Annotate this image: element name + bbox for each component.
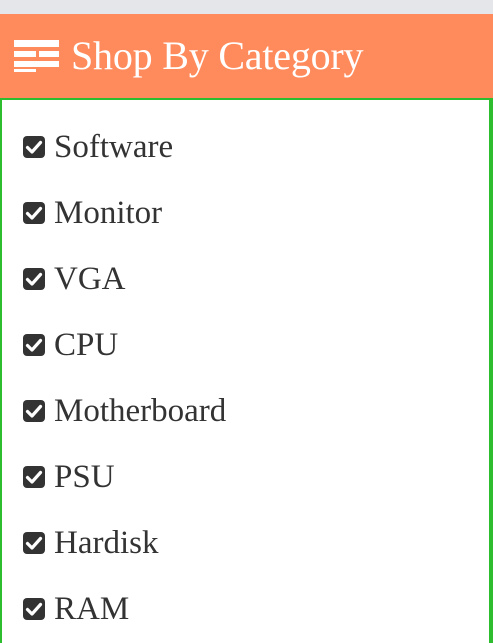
checkbox-checked-icon[interactable] [22,201,46,225]
category-label: Hardisk [54,524,159,561]
header-title: Shop By Category [71,33,364,78]
checkbox-checked-icon[interactable] [22,531,46,555]
category-header: Shop By Category [0,14,493,98]
category-item-motherboard[interactable]: Motherboard [22,378,226,444]
category-label: RAM [54,590,130,627]
checkbox-checked-icon[interactable] [22,135,46,159]
category-label: CPU [54,326,119,363]
category-item-cpu[interactable]: CPU [22,312,226,378]
checkbox-checked-icon[interactable] [22,333,46,357]
checkbox-checked-icon[interactable] [22,267,46,291]
category-label: VGA [54,260,126,297]
category-list: Software Monitor VGA CPU Motherboard PSU… [22,124,226,642]
top-strip [0,0,493,14]
category-panel: Software Monitor VGA CPU Motherboard PSU… [0,98,493,643]
category-item-psu[interactable]: PSU [22,444,226,510]
list-menu-icon [14,40,59,72]
category-item-monitor[interactable]: Monitor [22,180,226,246]
category-item-ram[interactable]: RAM [22,576,226,642]
checkbox-checked-icon[interactable] [22,597,46,621]
category-label: Software [54,128,174,165]
category-item-software[interactable]: Software [22,114,226,180]
category-label: PSU [54,458,115,495]
checkbox-checked-icon[interactable] [22,465,46,489]
category-label: Motherboard [54,392,227,429]
category-item-hardisk[interactable]: Hardisk [22,510,226,576]
category-item-vga[interactable]: VGA [22,246,226,312]
checkbox-checked-icon[interactable] [22,399,46,423]
category-label: Monitor [54,194,163,231]
